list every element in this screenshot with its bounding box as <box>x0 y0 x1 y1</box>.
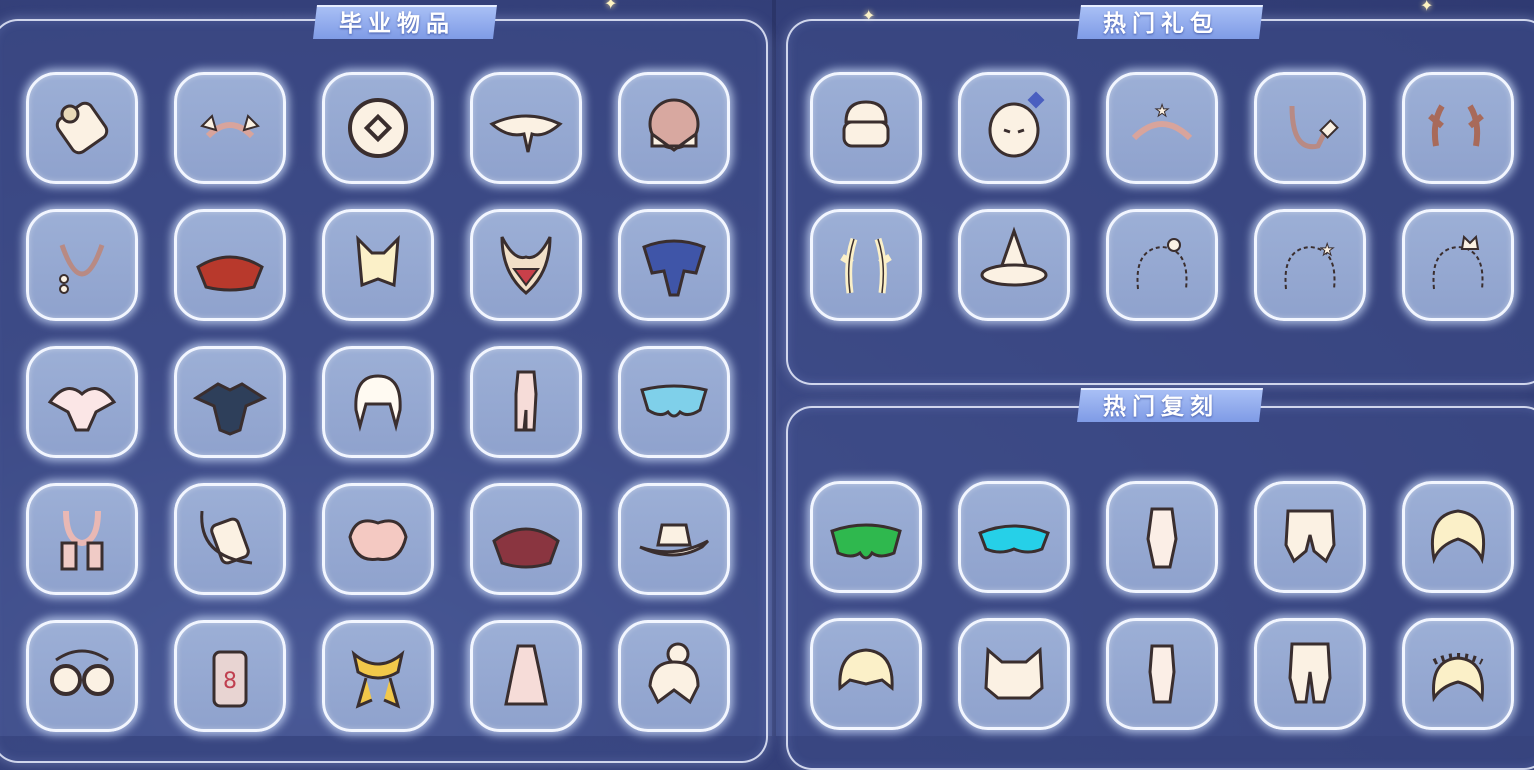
antler-icon <box>1428 104 1484 147</box>
long-coat-outfit-icon <box>1146 507 1178 569</box>
bun-hair-icon <box>648 642 700 705</box>
graduation-item-tile[interactable] <box>470 346 582 458</box>
pink-outfit-icon <box>514 370 538 432</box>
hot-pack-item-tile[interactable] <box>1402 209 1514 321</box>
shell-cape-icon <box>348 519 408 562</box>
graduation-item-tile[interactable] <box>174 72 286 184</box>
graduation-item-tile[interactable] <box>470 620 582 732</box>
graduation-item-tile[interactable] <box>618 72 730 184</box>
wavy-hair-icon <box>1430 509 1486 565</box>
hot-rerun-item-tile[interactable] <box>810 481 922 593</box>
graduation-item-tile[interactable] <box>470 72 582 184</box>
graduation-item-tile[interactable]: 8 <box>174 620 286 732</box>
cat-hood-icon <box>984 646 1044 700</box>
sparkle-icon: ✦ <box>1420 0 1434 15</box>
graduation-item-tile[interactable] <box>618 483 730 595</box>
sparkle-icon: ✦ <box>604 0 618 13</box>
butterfly-cape-icon <box>640 384 708 418</box>
hot-pack-item-tile[interactable] <box>958 72 1070 184</box>
bead-necklace-icon <box>59 244 105 294</box>
hot-rerun-title: 热门复刻 <box>1077 388 1263 422</box>
graduation-item-tile[interactable] <box>322 346 434 458</box>
hot-pack-item-tile[interactable]: ★ <box>1106 72 1218 184</box>
golden-scarf-icon <box>351 650 405 709</box>
horned-mask-icon <box>500 236 552 295</box>
hot-pack-item-tile[interactable]: ★ <box>1254 209 1366 321</box>
graduation-item-tile[interactable] <box>322 209 434 321</box>
blue-cape-icon <box>642 239 706 297</box>
hot-pack-item-tile[interactable] <box>1402 72 1514 184</box>
graduation-item-tile[interactable] <box>470 483 582 595</box>
bunny-ears-hair-icon <box>356 235 400 288</box>
graduation-item-tile[interactable] <box>174 346 286 458</box>
tag-pendant-icon: 8 <box>212 650 248 708</box>
cyan-wave-cape-icon <box>978 524 1050 554</box>
graduation-item-tile[interactable] <box>26 620 138 732</box>
robe-outfit-icon <box>504 644 548 706</box>
hot-packs-title: 热门礼包 <box>1077 5 1263 39</box>
hot-pack-item-tile[interactable] <box>958 209 1070 321</box>
coral-horns-icon <box>840 237 892 294</box>
graduation-item-tile[interactable] <box>618 209 730 321</box>
graduation-item-tile[interactable] <box>26 483 138 595</box>
hot-rerun-item-tile[interactable] <box>1254 618 1366 730</box>
hot-rerun-item-tile[interactable] <box>1402 481 1514 593</box>
knee-pants-icon <box>1288 642 1332 704</box>
column-divider <box>772 0 776 736</box>
red-cape-icon <box>196 255 264 292</box>
hot-rerun-item-tile[interactable] <box>958 618 1070 730</box>
scarf-icon <box>60 510 104 571</box>
hot-pack-item-tile[interactable] <box>1254 72 1366 184</box>
white-cape-icon <box>489 114 563 153</box>
svg-text:★: ★ <box>1155 101 1169 120</box>
hot-pack-item-tile[interactable] <box>810 209 922 321</box>
svg-text:8: 8 <box>223 669 237 694</box>
graduation-item-tile[interactable] <box>26 346 138 458</box>
dark-armor-cape-icon <box>192 382 268 436</box>
satchel-icon <box>200 510 253 565</box>
short-hair-icon <box>838 648 894 691</box>
white-hair-icon <box>354 374 402 432</box>
flower-crown-hair-icon <box>1432 653 1484 703</box>
graduation-item-tile[interactable] <box>322 483 434 595</box>
graduation-item-tile[interactable] <box>174 209 286 321</box>
hot-rerun-item-tile[interactable] <box>1106 481 1218 593</box>
cat-hair-accessory-icon <box>1432 234 1484 290</box>
hot-rerun-item-tile[interactable] <box>958 481 1070 593</box>
graduation-item-tile[interactable] <box>322 620 434 732</box>
graduation-item-tile[interactable] <box>26 209 138 321</box>
graduation-item-tile[interactable] <box>322 72 434 184</box>
hot-rerun-item-tile[interactable] <box>1254 481 1366 593</box>
hot-rerun-item-tile[interactable] <box>1402 618 1514 730</box>
glasses-icon <box>50 649 114 696</box>
cowboy-hat-icon <box>639 523 710 557</box>
star-hair-accessory-icon: ★ <box>1284 240 1336 290</box>
small-outfit-icon <box>1148 644 1176 704</box>
round-medallion-icon <box>348 98 408 158</box>
hook-necklace-icon <box>1289 105 1339 150</box>
moon-mask-icon <box>988 91 1045 158</box>
witch-hat-icon <box>980 226 1048 287</box>
shell-hair-accessory-icon <box>1136 238 1188 290</box>
petal-cape-icon <box>47 387 117 432</box>
green-leaf-cape-icon <box>830 523 902 560</box>
hot-rerun-item-tile[interactable] <box>1106 618 1218 730</box>
graduation-item-tile[interactable] <box>174 483 286 595</box>
graduation-items-title: 毕业物品 <box>313 5 497 39</box>
hot-pack-item-tile[interactable] <box>1106 209 1218 321</box>
puffy-pants-icon <box>1284 509 1336 564</box>
graduation-item-tile[interactable] <box>470 209 582 321</box>
hood-mask-icon <box>648 98 700 152</box>
graduation-item-tile[interactable] <box>618 346 730 458</box>
winged-headband-icon <box>200 114 260 139</box>
fur-hat-icon <box>842 100 890 148</box>
svg-text:★: ★ <box>1320 240 1334 259</box>
hot-pack-item-tile[interactable] <box>810 72 922 184</box>
drum-icon <box>55 101 109 155</box>
hot-rerun-item-tile[interactable] <box>810 618 922 730</box>
star-headband-icon: ★ <box>1131 101 1193 141</box>
graduation-item-tile[interactable] <box>618 620 730 732</box>
graduation-item-tile[interactable] <box>26 72 138 184</box>
maroon-cape-icon <box>492 527 560 569</box>
